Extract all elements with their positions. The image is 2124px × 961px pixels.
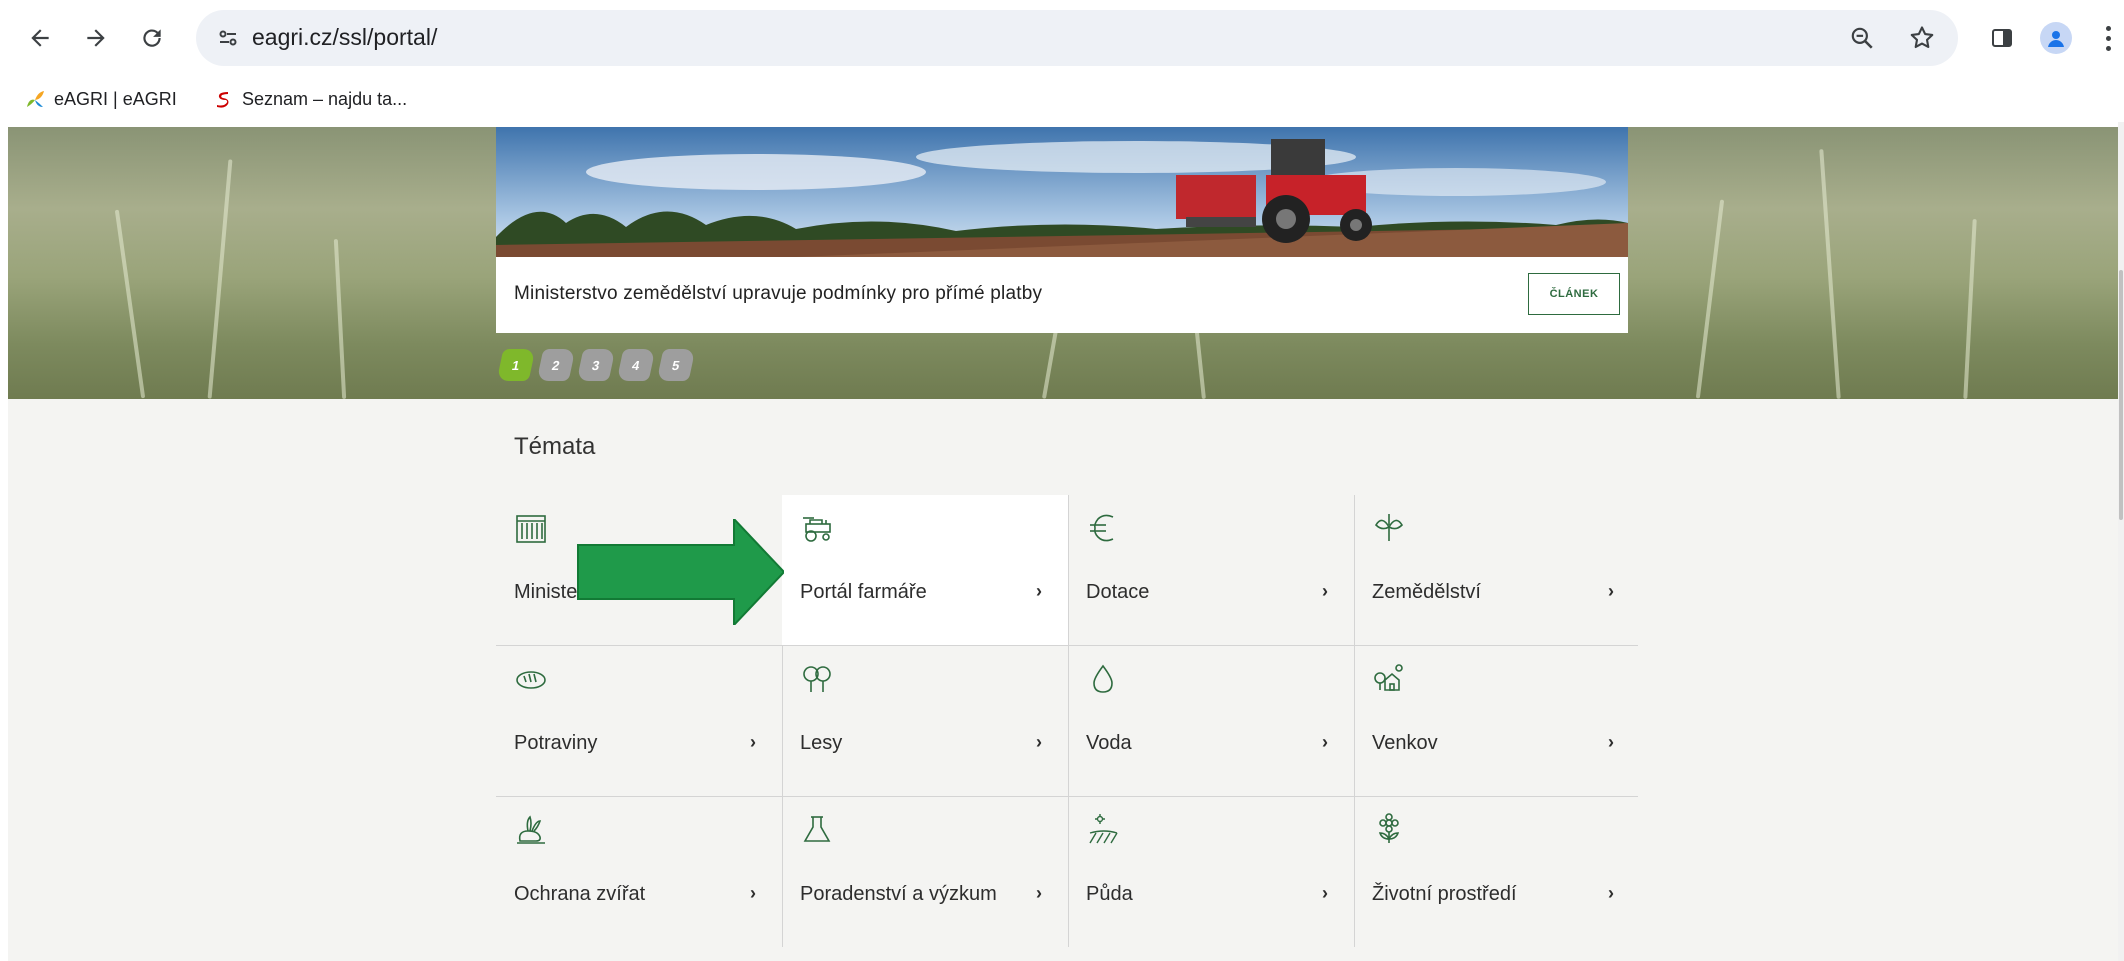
village-icon: [1372, 662, 1406, 696]
chevron-right-icon: ›: [1036, 581, 1042, 601]
chevron-right-icon: ›: [1322, 581, 1328, 601]
bookmark-star-icon[interactable]: [1906, 22, 1938, 54]
topic-label: Životní prostředí: [1372, 883, 1517, 905]
scrollbar-track[interactable]: [2118, 122, 2124, 961]
carousel-pagination: 1 2 3 4 5: [496, 349, 696, 381]
scrollbar-thumb[interactable]: [2119, 270, 2123, 520]
bookmark-label: eAGRI | eAGRI: [54, 88, 177, 109]
tractor-icon: [800, 511, 834, 545]
topic-label: Venkov: [1372, 732, 1438, 754]
topic-tile-puda[interactable]: Půda ›: [1068, 797, 1354, 947]
topic-label: Půda: [1086, 883, 1133, 905]
chevron-right-icon: ›: [1322, 732, 1328, 752]
back-arrow-icon[interactable]: [20, 18, 60, 58]
profile-avatar-icon[interactable]: [2040, 22, 2072, 54]
trees-icon: [800, 662, 834, 696]
flask-icon: [800, 813, 834, 847]
topic-tile-lesy[interactable]: Lesy ›: [782, 646, 1068, 796]
wheat-blade-decoration: [207, 159, 233, 399]
hero-banner: Ministerstvo zemědělství upravuje podmín…: [8, 127, 2118, 399]
annotation-arrow: [577, 519, 784, 625]
browser-menu-icon[interactable]: [2098, 20, 2118, 56]
slide-caption[interactable]: Ministerstvo zemědělství upravuje podmín…: [514, 283, 1042, 305]
zoom-icon[interactable]: [1846, 22, 1878, 54]
topic-label: Dotace: [1086, 581, 1150, 603]
forward-arrow-icon[interactable]: [76, 18, 116, 58]
carousel-dot-5[interactable]: 5: [656, 349, 696, 381]
rabbit-icon: [514, 813, 548, 847]
topic-tile-zemedelstvi[interactable]: Zemědělství ›: [1354, 495, 1640, 645]
chevron-right-icon: ›: [1608, 732, 1614, 752]
browser-toolbar: eagri.cz/ssl/portal/: [0, 0, 2124, 76]
topic-label: Potraviny: [514, 732, 598, 754]
chevron-right-icon: ›: [1036, 883, 1042, 903]
topic-label: Zemědělství: [1372, 581, 1481, 603]
topic-tile-ochrana-zvirat[interactable]: Ochrana zvířat ›: [496, 797, 782, 947]
topic-label: Voda: [1086, 732, 1132, 754]
chevron-right-icon: ›: [750, 883, 756, 903]
carousel-dot-1[interactable]: 1: [496, 349, 536, 381]
site-settings-icon[interactable]: [214, 24, 242, 52]
carousel-dot-4[interactable]: 4: [616, 349, 656, 381]
chevron-right-icon: ›: [1322, 883, 1328, 903]
wheat-blade-decoration: [1041, 329, 1059, 399]
euro-icon: [1086, 511, 1120, 545]
wheat-blade-decoration: [333, 239, 347, 399]
wheat-blade-decoration: [1963, 219, 1977, 399]
building-icon: [514, 511, 548, 545]
topic-tile-dotace[interactable]: Dotace ›: [1068, 495, 1354, 645]
eagri-favicon-icon: [24, 88, 46, 110]
chevron-right-icon: ›: [1036, 732, 1042, 752]
bookmark-label: Seznam – najdu ta...: [242, 88, 408, 109]
chevron-right-icon: ›: [1608, 581, 1614, 601]
topic-tile-portal-farmare[interactable]: Portál farmáře ›: [782, 495, 1068, 645]
reload-icon[interactable]: [132, 18, 172, 58]
topic-label: Ochrana zvířat: [514, 883, 646, 905]
carousel-slide[interactable]: Ministerstvo zemědělství upravuje podmín…: [496, 127, 1628, 333]
page-content: Ministerstvo zemědělství upravuje podmín…: [8, 127, 2118, 961]
topics-heading: Témata: [514, 433, 596, 460]
address-bar[interactable]: eagri.cz/ssl/portal/: [196, 10, 1958, 66]
water-drop-icon: [1086, 662, 1120, 696]
chevron-right-icon: ›: [750, 732, 756, 752]
topic-label: Portál farmáře: [800, 581, 927, 603]
field-icon: [1086, 813, 1120, 847]
url-text[interactable]: eagri.cz/ssl/portal/: [252, 24, 437, 51]
topic-label: Lesy: [800, 732, 843, 754]
side-panel-icon[interactable]: [1984, 20, 2020, 56]
tractor-field-image: [496, 127, 1628, 257]
wheat-blade-decoration: [114, 209, 146, 399]
topic-tile-poradenstvi-vyzkum[interactable]: Poradenství a výzkum ›: [782, 797, 1068, 947]
wheat-blade-decoration: [1819, 149, 1841, 399]
bookmark-eagri[interactable]: eAGRI | eAGRI: [24, 84, 177, 114]
plant-icon: [1372, 511, 1406, 545]
wheat-blade-decoration: [1194, 323, 1206, 399]
carousel-dot-3[interactable]: 3: [576, 349, 616, 381]
seznam-favicon-icon: [212, 88, 234, 110]
wheat-blade-decoration: [1695, 199, 1725, 399]
article-button[interactable]: ČLÁNEK: [1528, 273, 1620, 315]
topic-tile-potraviny[interactable]: Potraviny ›: [496, 646, 782, 796]
flower-icon: [1372, 813, 1406, 847]
topic-label: Poradenství a výzkum: [800, 883, 997, 905]
topic-tile-venkov[interactable]: Venkov ›: [1354, 646, 1640, 796]
carousel-dot-2[interactable]: 2: [536, 349, 576, 381]
bread-icon: [514, 662, 548, 696]
topic-tile-zivotni-prostredi[interactable]: Životní prostředí ›: [1354, 797, 1640, 947]
chevron-right-icon: ›: [1608, 883, 1614, 903]
bookmark-seznam[interactable]: Seznam – najdu ta...: [212, 84, 407, 114]
bookmarks-bar: eAGRI | eAGRI Seznam – najdu ta...: [0, 76, 2124, 122]
topic-tile-voda[interactable]: Voda ›: [1068, 646, 1354, 796]
